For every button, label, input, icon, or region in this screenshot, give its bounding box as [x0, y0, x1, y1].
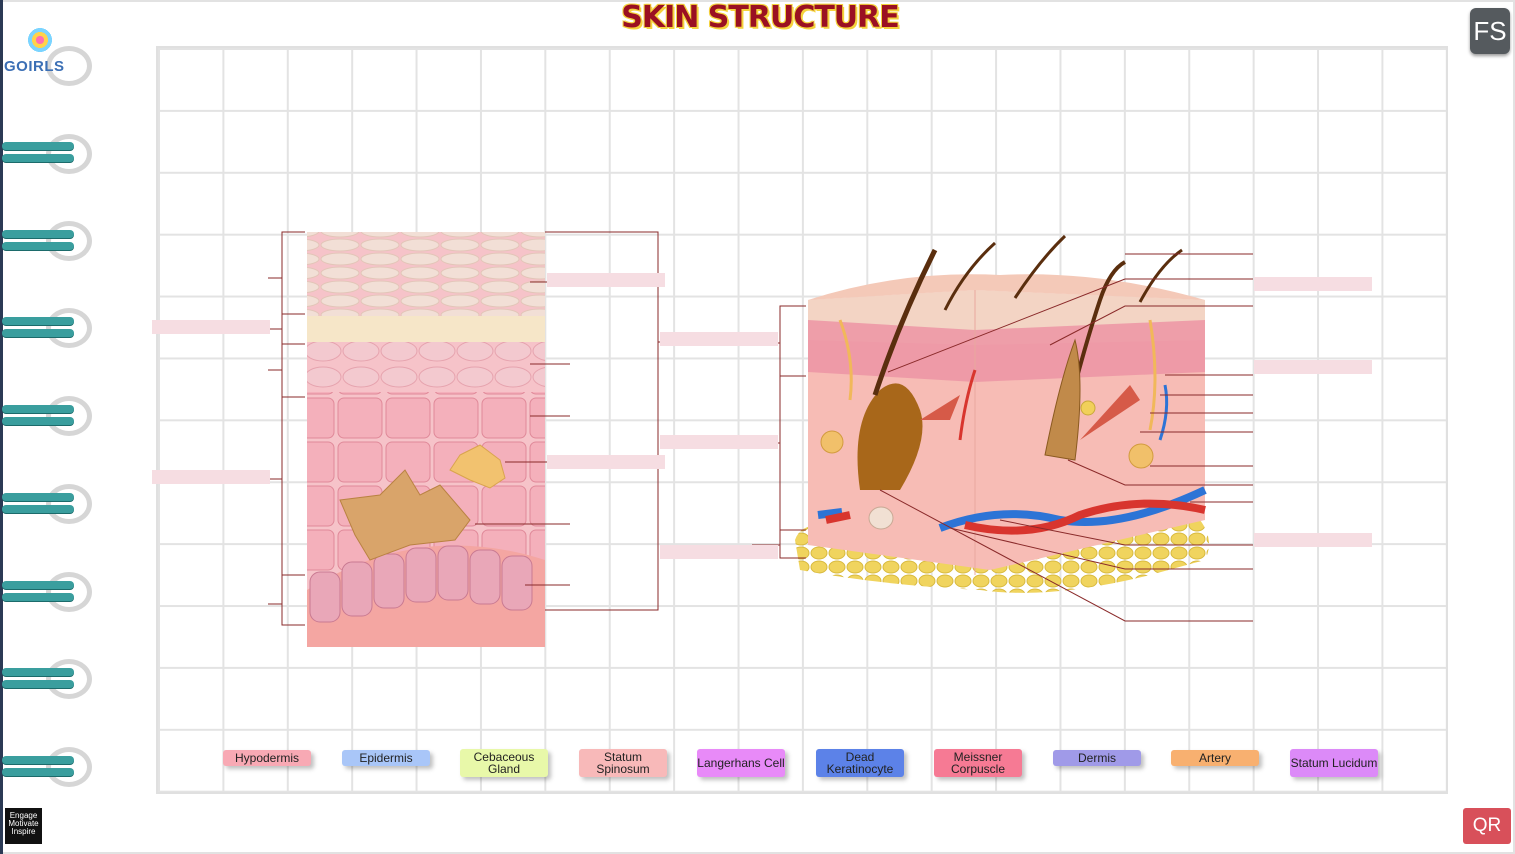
badge-line: Inspire: [11, 827, 36, 836]
drop-zone[interactable]: [660, 435, 778, 449]
drop-zone[interactable]: [1254, 277, 1372, 291]
label-chip-statum-lucidum[interactable]: Statum Lucidum: [1290, 749, 1378, 777]
label-chip-meissner-corpuscle[interactable]: Meissner Corpuscle: [934, 749, 1022, 777]
label-chip-dead-keratinocyte[interactable]: Dead Keratinocyte: [816, 749, 904, 777]
label-chip-epidermis[interactable]: Epidermis: [342, 750, 430, 766]
drop-zone[interactable]: [1254, 533, 1372, 547]
drop-zone[interactable]: [660, 545, 778, 559]
qr-button[interactable]: QR: [1463, 808, 1511, 844]
motto-badge: Engage Motivate Inspire: [5, 808, 42, 844]
skin-cross-section: [795, 234, 1209, 593]
skin-diagrams: [268, 231, 1253, 647]
label-chip-artery[interactable]: Artery: [1171, 750, 1259, 766]
drop-zone[interactable]: [547, 273, 665, 287]
label-chip-langerhans-cell[interactable]: Langerhans Cell: [697, 749, 785, 777]
label-chip-dermis[interactable]: Dermis: [1053, 750, 1141, 766]
drop-zone[interactable]: [547, 455, 665, 469]
drop-zone[interactable]: [1254, 360, 1372, 374]
label-chip-cebaceous-gland[interactable]: Cebaceous Gland: [460, 749, 548, 777]
label-chip-statum-spinosum[interactable]: Statum Spinosum: [579, 749, 667, 777]
drop-zone[interactable]: [660, 332, 778, 346]
drop-zone[interactable]: [152, 470, 270, 484]
epidermis-closeup: [307, 232, 545, 647]
label-chip-hypodermis[interactable]: Hypodermis: [223, 750, 311, 766]
drop-zone[interactable]: [152, 320, 270, 334]
